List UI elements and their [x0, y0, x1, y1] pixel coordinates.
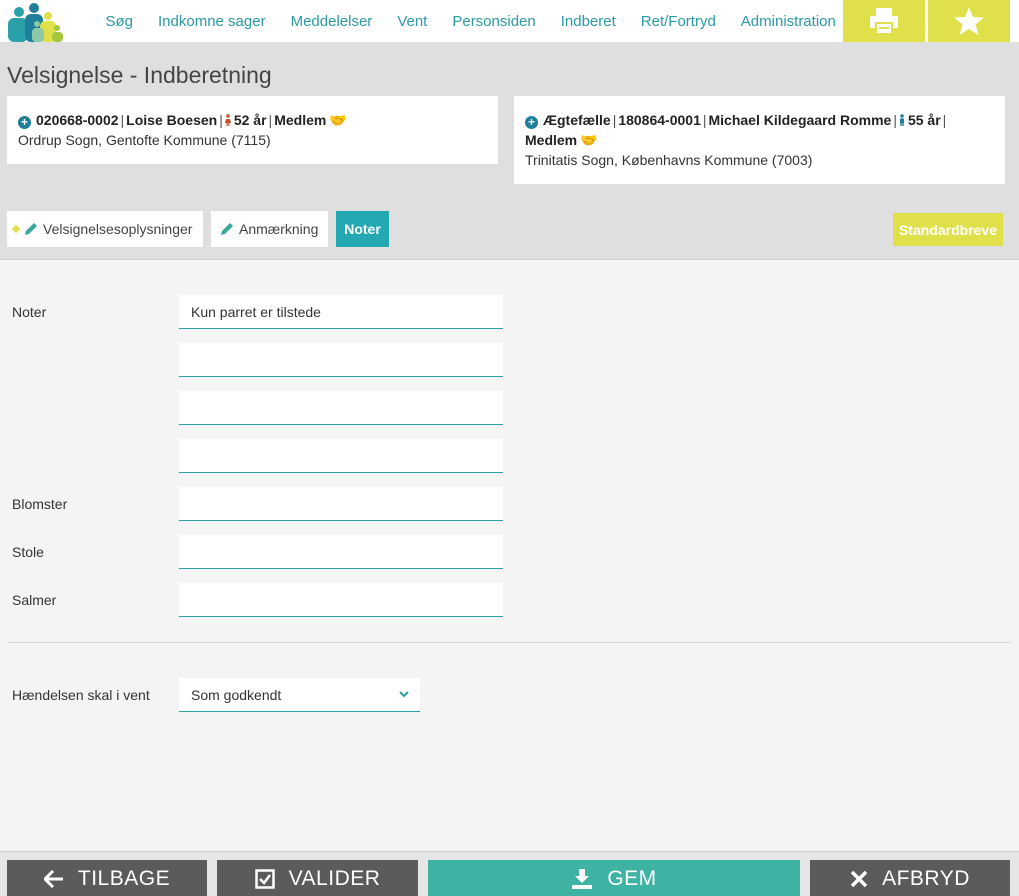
spouse-membership-status: Medlem [525, 132, 578, 148]
nav-item-ret-fortryd[interactable]: Ret/Fortryd [628, 13, 728, 30]
printer-icon [870, 8, 898, 35]
vent-label: Hændelsen skal i vent [12, 687, 150, 703]
person-card-spouse: + Ægtefælle | 180864-0001 | Michael Kildegaar… [514, 96, 1005, 184]
salmer-label: Salmer [12, 592, 57, 608]
nav-item-indkomne-sager[interactable]: Indkomne sager [146, 13, 279, 30]
spouse-age: 55 år [907, 112, 941, 128]
male-person-icon [899, 114, 904, 126]
print-button[interactable] [843, 0, 925, 42]
noter-field-4[interactable] [179, 439, 503, 473]
standardbreve-button[interactable]: Standardbreve [893, 213, 1003, 246]
spouse-role: Ægtefælle [543, 112, 611, 128]
tab-velsignelsesoplysninger[interactable]: Velsignelsesoplysninger [7, 211, 203, 247]
nav-item-vent[interactable]: Vent [385, 13, 440, 30]
noter-field-2[interactable] [179, 343, 503, 377]
download-icon [572, 868, 593, 889]
nav-item-administration[interactable]: Administration [728, 13, 848, 30]
pencil-icon [25, 223, 37, 235]
person-card-primary: +020668-0002 | Loise Boesen | 52 år | Medlem 🤝 … [7, 96, 498, 164]
section-divider [7, 642, 1011, 643]
person-id: 020668-0002 [36, 112, 119, 128]
star-icon [954, 7, 984, 35]
cancel-button[interactable]: AFBRYD [810, 860, 1010, 896]
checkbox-icon [254, 868, 275, 889]
blomster-label: Blomster [12, 496, 68, 512]
vent-select-value: Som godkendt [191, 687, 282, 703]
nav-item-soeg[interactable]: Søg [93, 13, 146, 30]
tab-noter[interactable]: Noter [336, 211, 389, 247]
noter-field-1[interactable]: Kun parret er tilstede [179, 295, 503, 329]
page-title: Velsignelse - Indberetning [7, 62, 272, 88]
handshake-icon: 🤝 [580, 132, 598, 148]
case-header: Velsignelse - Indberetning +020668-0002 |… [0, 42, 1019, 260]
validate-button[interactable]: VALIDER [217, 860, 418, 896]
noter-label: Noter [12, 304, 47, 320]
spouse-id: 180864-0001 [618, 112, 701, 128]
nav-item-meddelelser[interactable]: Meddelelser [278, 13, 385, 30]
pencil-icon [221, 223, 233, 235]
spouse-parish: Trinitatis Sogn, Københavns Kommune (700… [525, 152, 813, 168]
handshake-icon: 🤝 [329, 112, 347, 128]
nav-item-indberet[interactable]: Indberet [548, 13, 628, 30]
tab-anmaerkning[interactable]: Anmærkning [211, 211, 328, 247]
stole-label: Stole [12, 544, 44, 560]
stole-field[interactable] [179, 535, 503, 569]
main-nav: Søg Indkomne sager Meddelelser Vent Pers… [93, 0, 848, 42]
arrow-left-icon [43, 869, 63, 888]
noter-field-3[interactable] [179, 391, 503, 425]
diamond-marker-icon [11, 224, 21, 234]
nav-item-personsiden[interactable]: Personsiden [440, 13, 548, 30]
chevron-down-icon [399, 691, 409, 698]
blomster-field[interactable] [179, 487, 503, 521]
top-navigation-bar: Søg Indkomne sager Meddelelser Vent Pers… [0, 0, 1019, 42]
person-parish: Ordrup Sogn, Gentofte Kommune (7115) [18, 132, 271, 148]
expand-plus-icon[interactable]: + [525, 116, 538, 129]
vent-select[interactable]: Som godkendt [179, 678, 420, 712]
person-name: Loise Boesen [126, 112, 218, 128]
expand-plus-icon[interactable]: + [18, 116, 31, 129]
favorite-button[interactable] [928, 0, 1010, 42]
salmer-field[interactable] [179, 583, 503, 617]
membership-status: Medlem [274, 112, 327, 128]
logo-icon[interactable] [6, 0, 64, 42]
close-icon [850, 870, 868, 887]
back-button[interactable]: TILBAGE [7, 860, 207, 896]
save-button[interactable]: GEM [428, 860, 800, 896]
person-age: 52 år [233, 112, 267, 128]
action-bar: TILBAGE VALIDER GEM AFBRYD [0, 851, 1019, 896]
female-person-icon [224, 114, 231, 126]
spouse-name: Michael Kildegaard Romme [708, 112, 892, 128]
